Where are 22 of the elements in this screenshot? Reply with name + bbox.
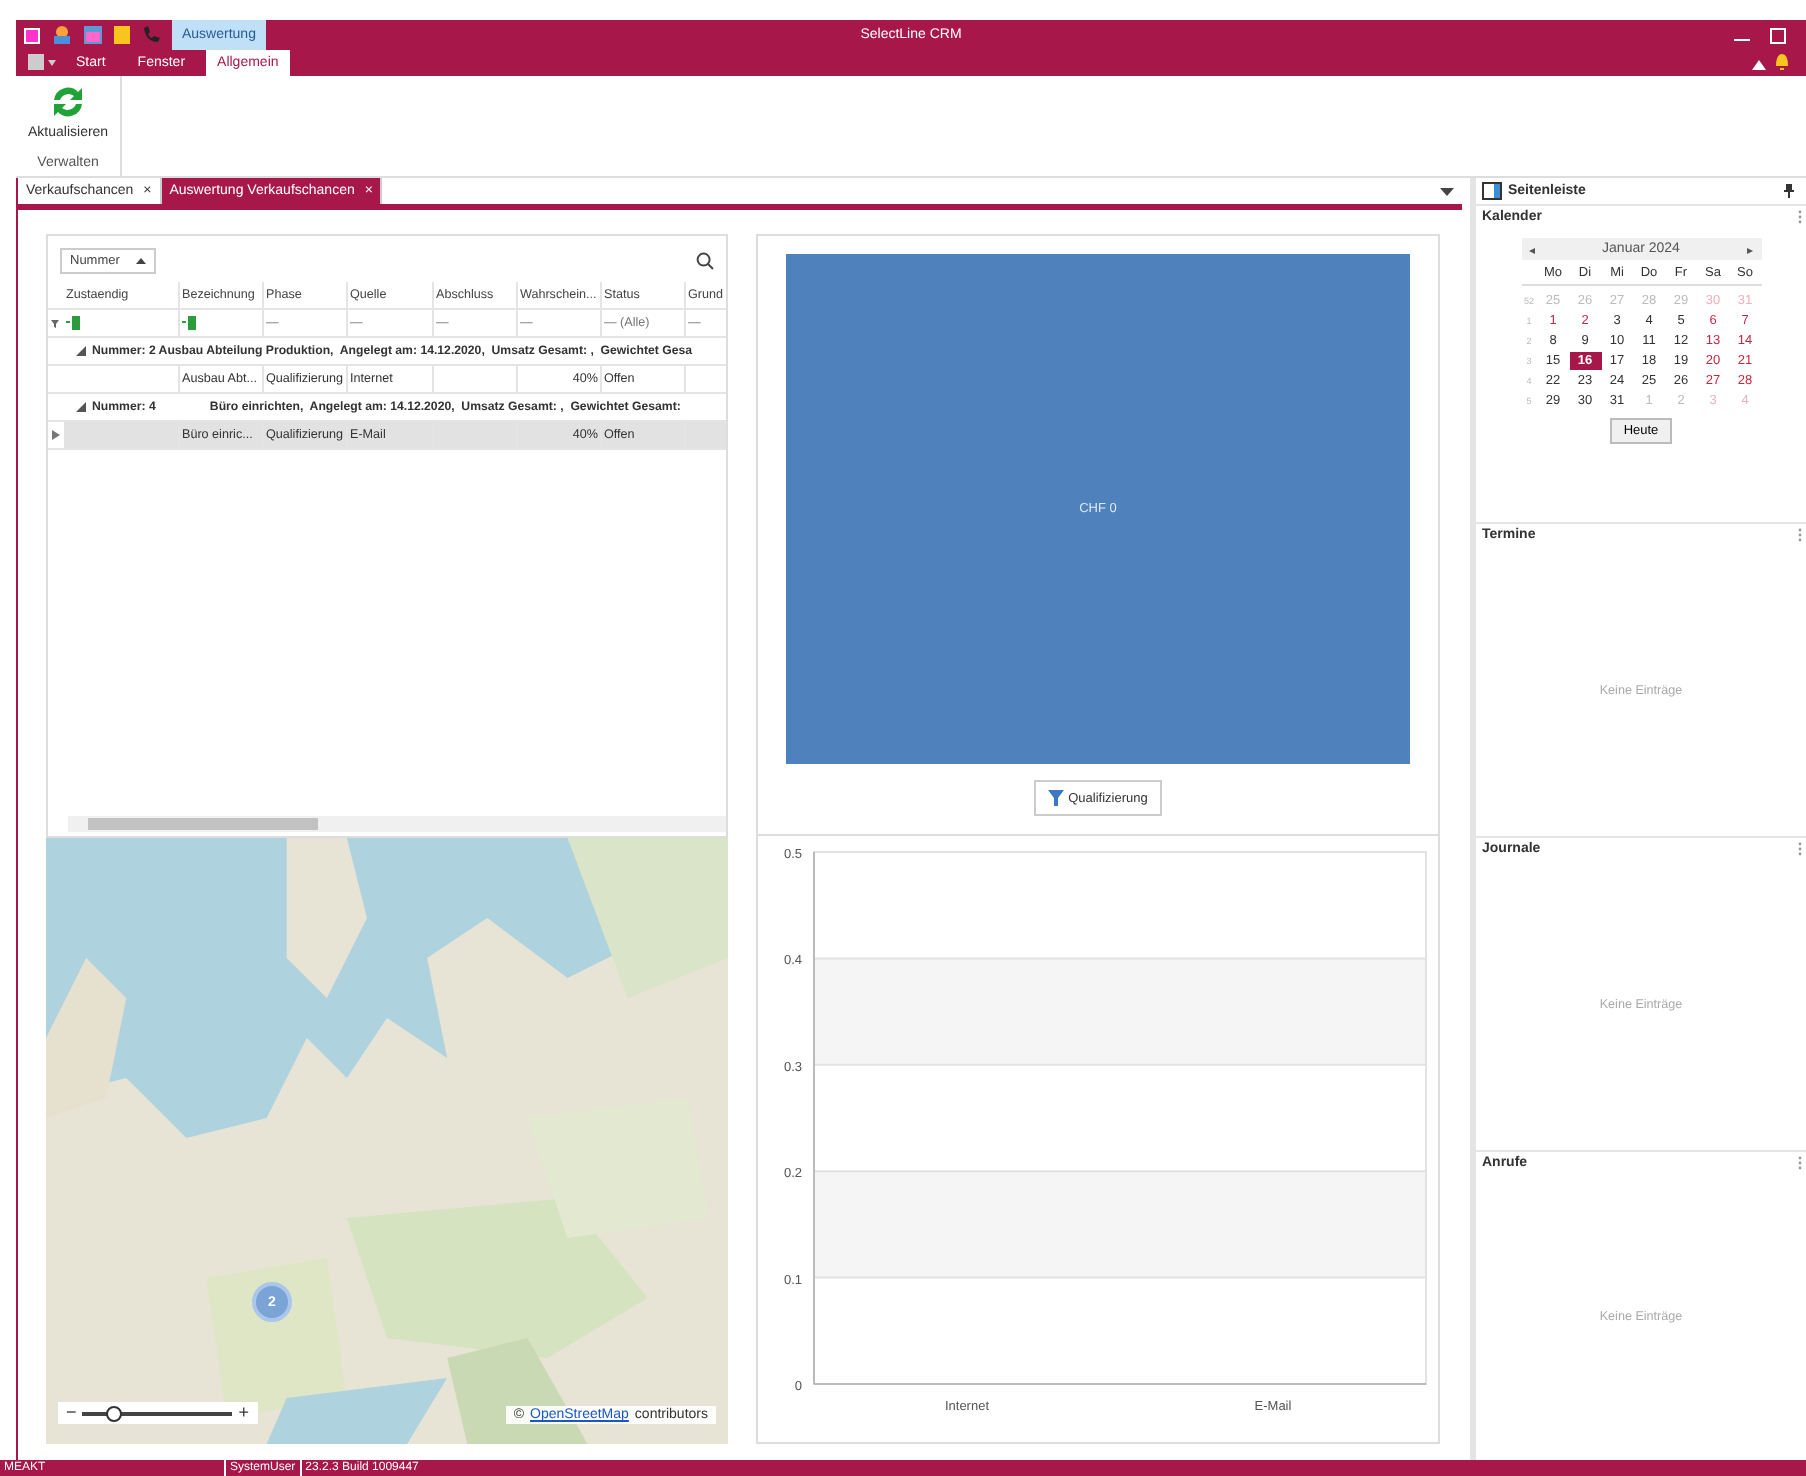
row-pointer-icon xyxy=(52,430,60,440)
search-icon[interactable] xyxy=(696,252,714,270)
bell-icon[interactable] xyxy=(1774,52,1790,70)
people-icon[interactable] xyxy=(52,26,72,44)
horizontal-scrollbar[interactable] xyxy=(68,816,726,832)
filter-icon xyxy=(1048,790,1065,806)
collapse-icon[interactable] xyxy=(76,346,86,356)
app-icon xyxy=(24,27,40,43)
sort-ascending-icon xyxy=(135,257,146,264)
pin-icon[interactable] xyxy=(1784,184,1794,198)
zoom-slider[interactable] xyxy=(82,1405,233,1421)
dropdown-icon[interactable] xyxy=(1440,187,1454,195)
file-menu-icon[interactable] xyxy=(28,54,56,70)
maximize-icon[interactable] xyxy=(1770,27,1786,43)
filter-operator-icon[interactable] xyxy=(182,316,200,330)
zoom-out-button[interactable]: − xyxy=(66,1404,77,1422)
collapse-icon[interactable] xyxy=(1752,60,1766,70)
sidebar-icon xyxy=(1482,182,1502,200)
zoom-in-button[interactable]: + xyxy=(238,1404,250,1422)
phone-icon[interactable] xyxy=(142,26,160,44)
filter-operator-icon[interactable] xyxy=(66,316,84,330)
collapse-icon[interactable] xyxy=(76,402,86,412)
